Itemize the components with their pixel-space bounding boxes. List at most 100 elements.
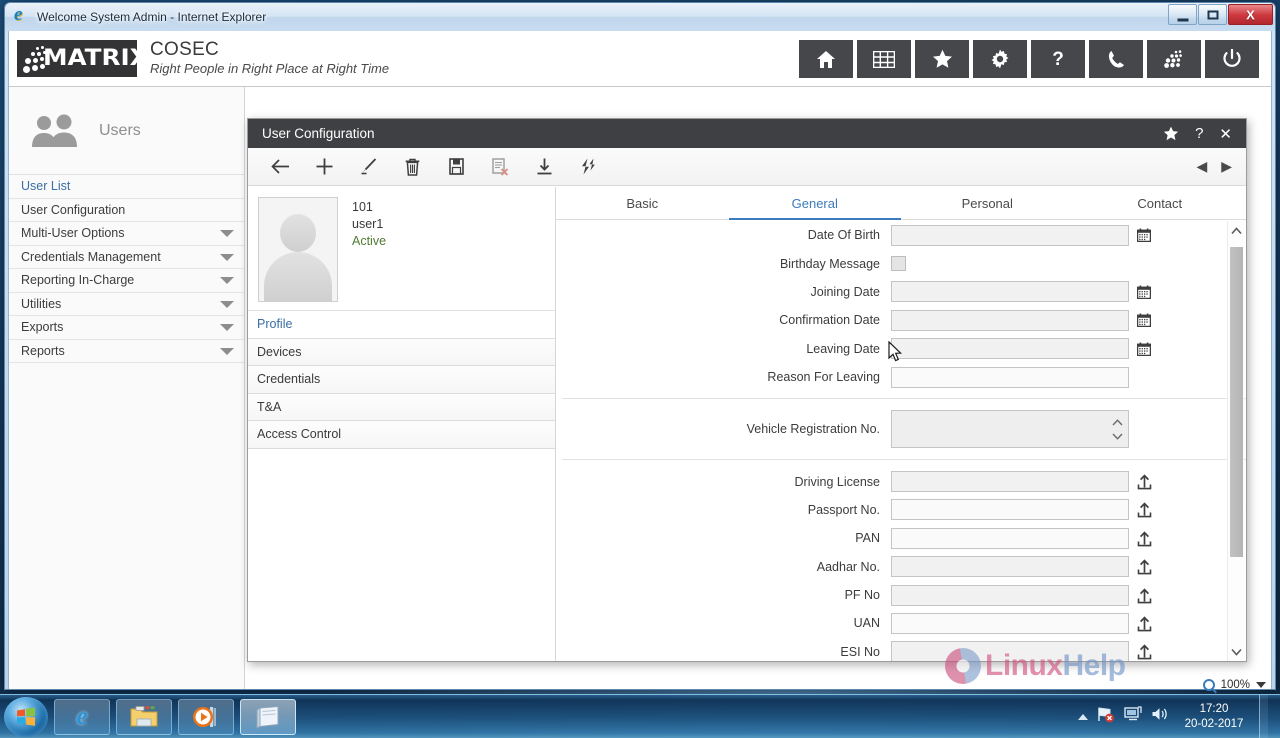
clock[interactable]: 17:20 20-02-2017: [1178, 702, 1250, 732]
import-icon[interactable]: [522, 152, 566, 182]
field-label-confirmation-date: Confirmation Date: [779, 313, 880, 328]
tab-contact[interactable]: Contact: [1074, 187, 1247, 219]
sidebar-item-utilities[interactable]: Utilities: [9, 293, 244, 316]
edit-pencil-icon[interactable]: [346, 152, 390, 182]
tray-volume-icon[interactable]: [1151, 706, 1169, 727]
zoom-indicator[interactable]: 100%: [1202, 679, 1266, 691]
input-esi-no[interactable]: [891, 641, 1129, 661]
dialog-close-icon[interactable]: ✕: [1219, 125, 1232, 143]
input-confirmation-date[interactable]: [891, 309, 1129, 331]
upload-icon[interactable]: [1137, 473, 1152, 490]
calendar-icon[interactable]: [1137, 342, 1151, 356]
input-passport-no[interactable]: [891, 499, 1129, 521]
spinner-down-icon[interactable]: [1112, 430, 1123, 442]
taskbar-media-player[interactable]: [178, 698, 234, 735]
help-icon[interactable]: ?: [1031, 40, 1085, 78]
gear-icon[interactable]: [973, 40, 1027, 78]
sidebar-item-exports[interactable]: Exports: [9, 316, 244, 340]
checkbox-birthday-message[interactable]: [891, 256, 906, 272]
input-joining-date[interactable]: [891, 281, 1129, 303]
cancel-document-icon[interactable]: [478, 152, 522, 182]
chevron-down-icon[interactable]: [220, 324, 234, 332]
matrix-dots-icon: [20, 44, 46, 74]
star-icon[interactable]: [915, 40, 969, 78]
chevron-down-icon[interactable]: [220, 347, 234, 355]
tab-personal[interactable]: Personal: [901, 187, 1074, 219]
tab-basic[interactable]: Basic: [556, 187, 729, 219]
form-scrollbar[interactable]: [1227, 221, 1244, 661]
taskbar-windows-explorer[interactable]: [116, 698, 172, 735]
dots-matrix-icon[interactable]: [1147, 40, 1201, 78]
sidebar-item-multi-user-options[interactable]: Multi-User Options: [9, 222, 244, 246]
sidebar-item-reports[interactable]: Reports: [9, 340, 244, 363]
upload-icon[interactable]: [1137, 587, 1152, 604]
chevron-down-icon[interactable]: [220, 230, 234, 238]
start-button[interactable]: [4, 696, 48, 737]
maximize-button[interactable]: [1198, 4, 1227, 25]
user-section-profile[interactable]: Profile: [248, 311, 555, 339]
spinner-up-icon[interactable]: [1112, 416, 1123, 428]
refresh-icon[interactable]: [566, 152, 610, 182]
sidebar-item-user-list[interactable]: User List: [9, 175, 244, 199]
taskbar-active-window[interactable]: [240, 698, 296, 735]
upload-icon[interactable]: [1137, 615, 1152, 632]
add-icon[interactable]: [302, 152, 346, 182]
input-pan[interactable]: [891, 527, 1129, 549]
scroll-up-icon[interactable]: [1228, 221, 1245, 240]
calendar-icon[interactable]: [1137, 228, 1151, 243]
input-date-of-birth[interactable]: [891, 224, 1129, 246]
input-aadhar-no[interactable]: [891, 556, 1129, 578]
upload-icon[interactable]: [1137, 501, 1152, 518]
dialog-record-nav: ◀ ▶: [1196, 158, 1246, 175]
next-record-icon[interactable]: ▶: [1221, 158, 1232, 175]
chevron-down-icon[interactable]: [220, 253, 234, 261]
user-section-label: Credentials: [257, 372, 321, 387]
upload-icon[interactable]: [1137, 643, 1152, 660]
sidebar-item-credentials-management[interactable]: Credentials Management: [9, 246, 244, 269]
user-section-devices[interactable]: Devices: [248, 338, 555, 366]
delete-trash-icon[interactable]: [390, 152, 434, 182]
field-label-driving-license: Driving License: [794, 474, 880, 489]
grid-icon[interactable]: [857, 40, 911, 78]
input-reason-for-leaving[interactable]: [891, 366, 1129, 388]
phone-icon[interactable]: [1089, 40, 1143, 78]
save-icon[interactable]: [434, 152, 478, 182]
input-uan[interactable]: [891, 612, 1129, 634]
browser-titlebar[interactable]: Welcome System Admin - Internet Explorer…: [5, 3, 1275, 31]
user-section-credentials[interactable]: Credentials: [248, 366, 555, 394]
minimize-button[interactable]: [1168, 4, 1197, 25]
input-leaving-date[interactable]: [891, 338, 1129, 360]
sidebar-item-label: User List: [21, 179, 71, 194]
show-desktop-button[interactable]: [1259, 694, 1268, 738]
close-button[interactable]: X: [1228, 4, 1273, 25]
tray-network-icon[interactable]: [1124, 706, 1142, 727]
sidebar-item-reporting-in-charge[interactable]: Reporting In-Charge: [9, 269, 244, 293]
upload-icon[interactable]: [1137, 558, 1152, 575]
chevron-down-icon[interactable]: [220, 300, 234, 308]
tab-general[interactable]: General: [728, 187, 902, 220]
taskbar-internet-explorer[interactable]: e: [54, 698, 110, 735]
sidebar-item-user-configuration[interactable]: User Configuration: [9, 199, 244, 222]
power-icon[interactable]: [1205, 40, 1259, 78]
user-section-t-a[interactable]: T&A: [248, 393, 555, 421]
tray-action-center-icon[interactable]: [1097, 706, 1115, 728]
upload-icon[interactable]: [1137, 530, 1152, 547]
tray-show-hidden-icon[interactable]: [1078, 713, 1088, 720]
input-pf-no[interactable]: [891, 584, 1129, 606]
favourite-star-icon[interactable]: [1163, 126, 1179, 141]
scroll-thumb[interactable]: [1230, 247, 1243, 557]
calendar-icon[interactable]: [1137, 313, 1151, 328]
input-driving-license[interactable]: [891, 471, 1129, 493]
chevron-down-icon[interactable]: [1256, 682, 1266, 688]
app-body: Users User List User Configuration Multi-U…: [9, 87, 1271, 689]
user-section-access-control[interactable]: Access Control: [248, 421, 555, 449]
calendar-icon[interactable]: [1137, 285, 1151, 299]
field-label-aadhar-no: Aadhar No.: [816, 559, 880, 574]
chevron-down-icon[interactable]: [220, 277, 234, 285]
home-icon[interactable]: [799, 40, 853, 78]
scroll-down-icon[interactable]: [1228, 642, 1245, 661]
input-vehicle-registration-no[interactable]: [891, 410, 1129, 449]
back-icon[interactable]: [258, 152, 302, 182]
dialog-help-icon[interactable]: ?: [1195, 125, 1203, 142]
prev-record-icon[interactable]: ◀: [1196, 158, 1207, 175]
